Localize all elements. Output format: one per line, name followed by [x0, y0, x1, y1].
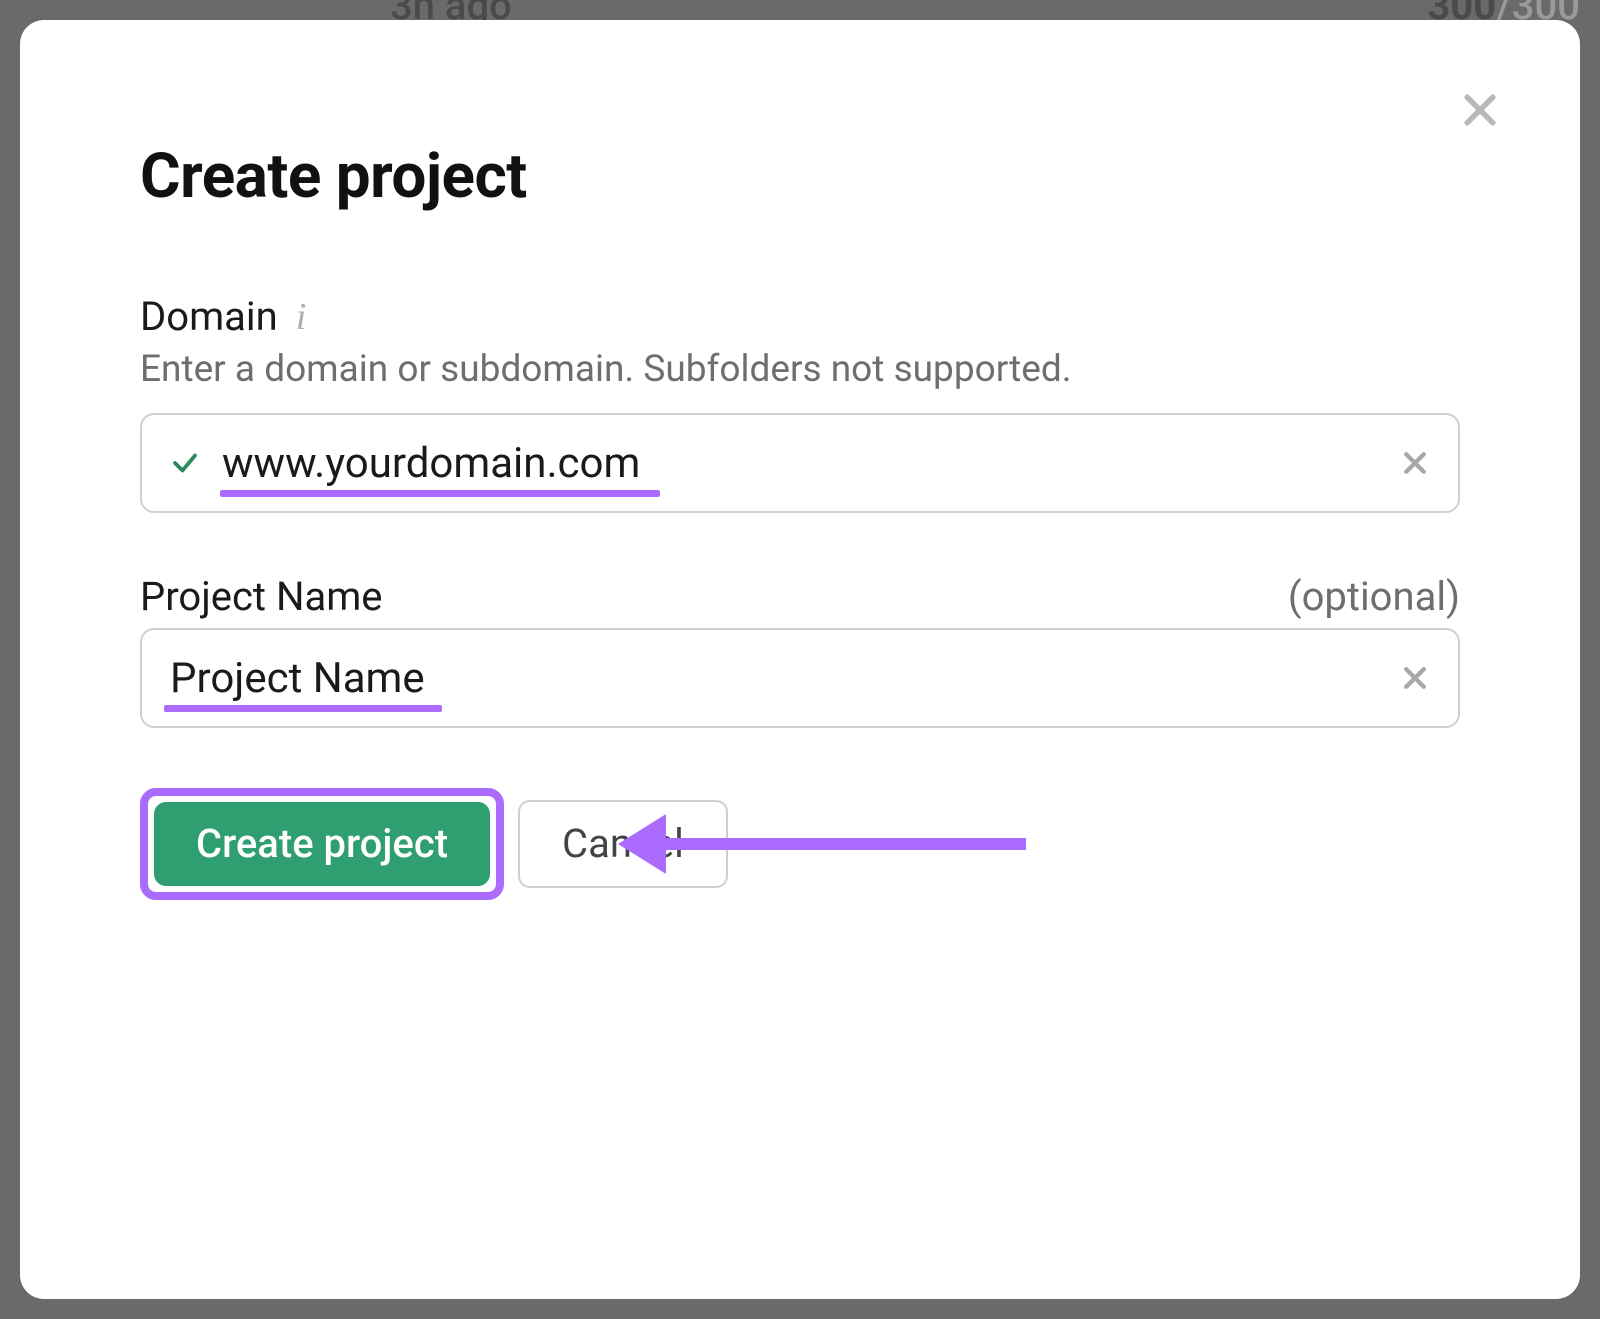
close-button[interactable]	[1450, 80, 1510, 140]
dialog-title: Create project	[140, 140, 1460, 213]
cancel-button[interactable]: Cancel	[518, 800, 728, 888]
optional-label: (optional)	[1288, 573, 1460, 620]
project-name-field-group: Project Name (optional)	[140, 573, 1460, 728]
info-icon[interactable]: i	[296, 298, 307, 336]
clear-domain-button[interactable]	[1400, 448, 1430, 478]
annotation-highlight-box: Create project	[140, 788, 504, 900]
project-name-input[interactable]	[170, 654, 1378, 703]
close-icon	[1458, 88, 1502, 132]
domain-label: Domain	[140, 293, 278, 340]
close-icon	[1400, 663, 1430, 693]
domain-help-text: Enter a domain or subdomain. Subfolders …	[140, 348, 1460, 391]
button-row: Create project Cancel	[140, 788, 1460, 900]
project-name-input-wrap	[140, 628, 1460, 728]
domain-input-wrap	[140, 413, 1460, 513]
clear-project-name-button[interactable]	[1400, 663, 1430, 693]
create-project-modal: Create project Domain i Enter a domain o…	[20, 20, 1580, 1299]
create-project-button[interactable]: Create project	[154, 802, 490, 886]
close-icon	[1400, 448, 1430, 478]
annotation-underline	[220, 490, 660, 497]
checkmark-icon	[170, 448, 200, 478]
domain-field-group: Domain i Enter a domain or subdomain. Su…	[140, 293, 1460, 513]
annotation-underline	[164, 705, 442, 712]
domain-input[interactable]	[222, 439, 1378, 488]
project-name-label: Project Name	[140, 573, 383, 620]
